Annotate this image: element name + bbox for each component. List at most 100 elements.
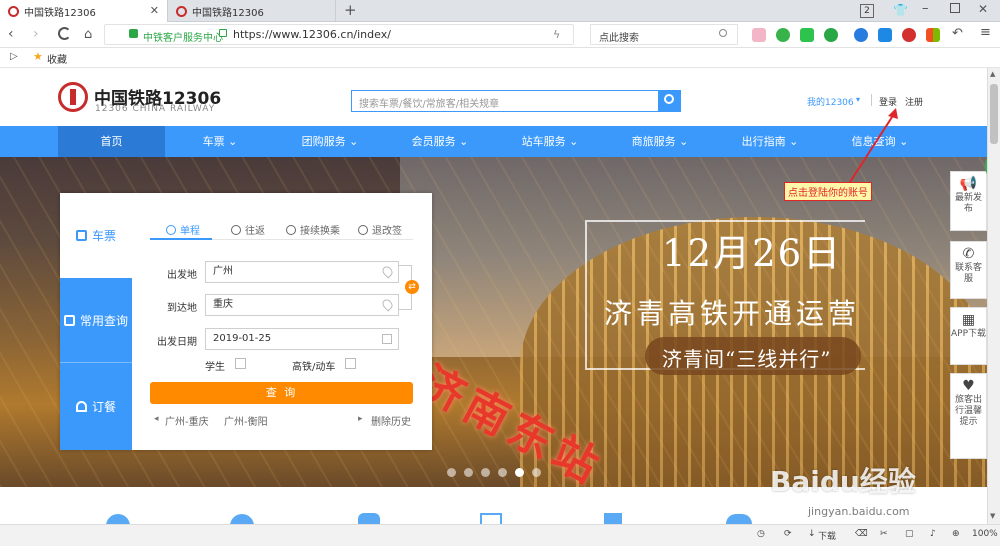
close-tab-icon[interactable]: ✕ — [150, 4, 159, 17]
qrcode-icon: ▦ — [961, 312, 976, 328]
chevron-down-icon: ⌄ — [569, 135, 579, 148]
site-logo-subtitle: 12306 CHINA RAILWAY — [95, 104, 216, 114]
minimize-icon[interactable]: – — [922, 1, 929, 16]
nav-item-tickets[interactable]: 车票 ⌄ — [165, 126, 275, 157]
location-pin-icon — [380, 297, 395, 312]
nav-item-business[interactable]: 商旅服务 ⌄ — [605, 126, 715, 157]
translate-plugin-icon[interactable] — [824, 28, 838, 42]
student-label: 学生 — [205, 362, 225, 373]
chevron-down-icon: ⌄ — [899, 135, 909, 148]
favorites-button[interactable]: 收藏 — [47, 51, 67, 66]
side-tab-tickets[interactable]: 车票 — [60, 193, 132, 278]
railway-favicon-icon — [176, 5, 187, 17]
side-tab-common-query[interactable]: 常用查询 — [60, 278, 132, 363]
register-link[interactable]: 注册 — [905, 95, 923, 108]
to-station-input[interactable]: 重庆 — [205, 294, 399, 316]
site-search-button[interactable] — [659, 90, 681, 112]
zoom-level[interactable]: 100% — [972, 529, 998, 539]
site-search-input[interactable]: 搜索车票/餐饮/常旅客/相关规章 — [351, 90, 659, 112]
forward-icon[interactable]: › — [33, 26, 39, 42]
search-plugin-icon[interactable] — [854, 28, 868, 42]
url-text: https://www.12306.cn/index/ — [233, 28, 391, 41]
wechat-icon[interactable] — [800, 28, 814, 42]
sidebar-toggle-icon[interactable]: ▷ — [10, 51, 18, 62]
service-icon[interactable] — [726, 514, 752, 524]
shirt-skin-icon[interactable]: 👕 — [893, 3, 908, 17]
history-item[interactable]: 广州-衡阳 — [224, 413, 268, 428]
student-checkbox[interactable] — [235, 358, 246, 369]
scroll-up-icon[interactable]: ▲ — [990, 70, 995, 78]
china-railway-logo-icon[interactable] — [58, 82, 88, 112]
nav-item-home[interactable]: 首页 — [58, 126, 165, 157]
browser-search-input[interactable]: 点此搜索 — [590, 24, 738, 45]
apps-icon[interactable] — [926, 28, 940, 42]
tab-one-way[interactable]: 单程 — [166, 222, 200, 237]
train-icon — [75, 230, 87, 241]
chevron-left-icon[interactable]: ◂ — [154, 414, 159, 424]
travel-tips-button[interactable]: ♥ 旅客出行温馨提示 — [950, 373, 987, 459]
carousel-dot[interactable] — [447, 468, 456, 477]
contact-service-button[interactable]: ✆ 联系客服 — [950, 241, 987, 299]
location-pin-icon — [380, 264, 395, 279]
history-item[interactable]: 广州-重庆 — [165, 413, 209, 428]
nav-item-guide[interactable]: 出行指南 ⌄ — [715, 126, 825, 157]
latest-news-button[interactable]: 📢 最新发布 — [950, 171, 987, 231]
scroll-down-icon[interactable]: ▼ — [990, 512, 995, 520]
departure-date-input[interactable]: 2019-01-25 — [205, 328, 399, 350]
search-tickets-button[interactable]: 查 询 — [150, 382, 413, 404]
side-tab-meal[interactable]: 订餐 — [60, 363, 132, 450]
tab-round-trip[interactable]: 往返 — [231, 222, 265, 237]
swap-stations-icon[interactable]: ⇄ — [405, 280, 419, 294]
carousel-dot[interactable] — [532, 468, 541, 477]
highspeed-label: 高铁/动车 — [292, 362, 336, 373]
tab-refund-change[interactable]: 退改签 — [358, 222, 402, 237]
search-icon[interactable] — [719, 29, 727, 37]
reload-icon[interactable] — [58, 27, 71, 40]
nav-item-member[interactable]: 会员服务 ⌄ — [385, 126, 495, 157]
active-tab-underline — [150, 238, 212, 240]
star-icon[interactable]: ★ — [33, 50, 43, 63]
browser-tab[interactable]: 中国铁路12306 — [168, 0, 336, 22]
maximize-icon[interactable] — [950, 3, 960, 13]
from-station-input[interactable]: 广州 — [205, 261, 399, 283]
chevron-down-icon: ⌄ — [789, 135, 799, 148]
food-cloche-icon — [75, 401, 87, 412]
adblock-icon[interactable] — [902, 28, 916, 42]
chevron-down-icon: ⌄ — [349, 135, 359, 148]
nav-item-station[interactable]: 站车服务 ⌄ — [495, 126, 605, 157]
close-window-icon[interactable]: ✕ — [978, 2, 988, 16]
carousel-dot-active[interactable] — [515, 468, 524, 477]
speed-icon[interactable]: ◷ — [757, 529, 765, 539]
window-icon[interactable]: ▢ — [905, 529, 914, 539]
carousel-dot[interactable] — [464, 468, 473, 477]
undo-icon[interactable]: ↶ — [952, 26, 963, 41]
tab-count-badge[interactable]: 2 — [860, 4, 874, 18]
screenshot-icon[interactable]: ✂ — [880, 529, 888, 539]
carousel-dot[interactable] — [481, 468, 490, 477]
sound-icon[interactable]: ♪ — [930, 529, 936, 539]
highspeed-checkbox[interactable] — [345, 358, 356, 369]
sync-icon[interactable]: ⟳ — [784, 529, 792, 539]
menu-icon[interactable]: ≡ — [980, 25, 991, 40]
download-button[interactable]: 下载 — [818, 529, 836, 542]
translate-icon[interactable] — [878, 28, 892, 42]
scroll-thumb[interactable] — [990, 84, 998, 144]
lightning-icon[interactable]: ϟ — [553, 28, 560, 41]
app-download-button[interactable]: ▦ APP下载 — [950, 307, 987, 365]
cleanup-icon[interactable]: ⌫ — [855, 529, 868, 539]
refresh-plugin-icon[interactable] — [776, 28, 790, 42]
page-scrollbar[interactable]: ▲ ▼ — [987, 68, 1000, 524]
extension-icon[interactable] — [752, 28, 766, 42]
back-icon[interactable]: ‹ — [8, 26, 14, 42]
bookmarks-bar: ▷ ★ 收藏 — [0, 48, 1000, 68]
clear-history-link[interactable]: 删除历史 — [371, 413, 411, 428]
carousel-dot[interactable] — [498, 468, 507, 477]
browser-tab-active[interactable]: 中国铁路12306 ✕ — [0, 0, 168, 22]
new-tab-button[interactable]: + — [344, 1, 357, 19]
url-field[interactable]: 中铁客户服务中心 https://www.12306.cn/index/ ϟ — [104, 24, 574, 45]
nav-item-group[interactable]: 团购服务 ⌄ — [275, 126, 385, 157]
zoom-icon[interactable]: ⊕ — [952, 529, 960, 539]
home-icon[interactable]: ⌂ — [84, 27, 92, 42]
download-icon[interactable]: ↓ — [808, 529, 816, 539]
tab-transfer[interactable]: 接续换乘 — [286, 222, 340, 237]
